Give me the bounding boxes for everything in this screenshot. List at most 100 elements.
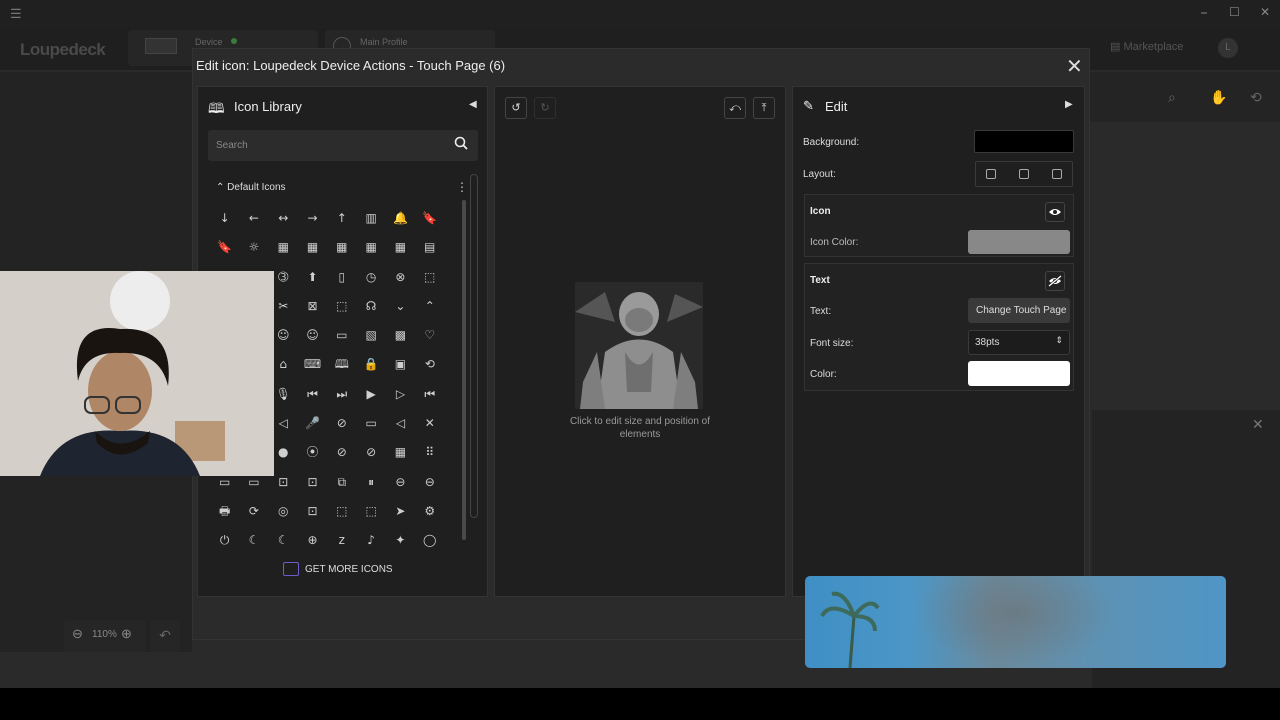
library-icon[interactable]: ⏸ — [356, 468, 385, 497]
library-icon[interactable]: ⏻ — [210, 526, 239, 555]
zoom-in-icon[interactable]: ⊕ — [121, 626, 132, 642]
library-icon[interactable]: 🔔 — [386, 204, 415, 233]
library-icon[interactable]: ◁ — [386, 409, 415, 438]
library-icon[interactable]: ▭ — [356, 409, 385, 438]
rotate-left-button[interactable]: ↺ — [505, 97, 527, 119]
library-icon[interactable]: ⬆ — [298, 263, 327, 292]
close-panel-icon[interactable]: ✕ — [1252, 416, 1264, 433]
library-icon[interactable]: ⊕ — [298, 526, 327, 555]
library-icon[interactable]: ↔ — [269, 204, 298, 233]
close-icon[interactable]: ✕ — [1066, 54, 1083, 79]
collapse-right-icon[interactable]: ▶ — [1065, 99, 1073, 110]
library-icon[interactable]: ⌄ — [386, 292, 415, 321]
library-icon[interactable]: ⬚ — [327, 497, 356, 526]
library-icon[interactable]: ◎ — [269, 497, 298, 526]
library-icon[interactable]: 🔒 — [356, 350, 385, 379]
library-icon[interactable]: ⏮ — [415, 380, 444, 409]
library-icon[interactable]: ▷ — [386, 380, 415, 409]
library-icon[interactable]: ☺ — [298, 321, 327, 350]
chevron-updown-icon[interactable]: ⇕ — [1055, 335, 1063, 346]
library-icon[interactable]: ⌃ — [415, 292, 444, 321]
close-window-icon[interactable]: ✕ — [1260, 5, 1270, 19]
icon-visibility-toggle[interactable] — [1045, 202, 1065, 222]
library-icon[interactable]: ▩ — [386, 321, 415, 350]
background-color-swatch[interactable] — [974, 130, 1074, 153]
library-icon[interactable]: 🔖 — [210, 233, 239, 262]
search-icon[interactable]: ⌕ — [1168, 89, 1176, 106]
minimize-icon[interactable]: ⎯ — [1201, 5, 1207, 20]
layout-middle-button[interactable] — [1019, 169, 1029, 179]
library-icon[interactable]: ▣ — [386, 350, 415, 379]
library-icon[interactable]: ⏮ — [298, 380, 327, 409]
library-icon[interactable]: ▤ — [415, 233, 444, 262]
library-icon[interactable]: ⊡ — [298, 497, 327, 526]
notification-banner[interactable] — [805, 576, 1226, 668]
library-icon[interactable]: ⟲ — [415, 350, 444, 379]
library-icon[interactable]: ▥ — [356, 204, 385, 233]
hand-icon[interactable]: ✋ — [1210, 89, 1227, 106]
library-icon[interactable]: ▦ — [269, 233, 298, 262]
library-icon[interactable]: z — [327, 526, 356, 555]
layout-bottom-button[interactable] — [1052, 169, 1062, 179]
library-icon[interactable]: ⊖ — [415, 468, 444, 497]
layout-top-button[interactable] — [986, 169, 996, 179]
library-icon[interactable]: ☼ — [239, 233, 268, 262]
library-icon[interactable]: ✕ — [415, 409, 444, 438]
library-icon[interactable]: ⏭ — [327, 380, 356, 409]
library-icon[interactable]: ↓ — [210, 204, 239, 233]
library-icon[interactable]: ◯ — [415, 526, 444, 555]
reset-button[interactable]: ⤺ — [724, 97, 746, 119]
icon-preview-image[interactable] — [575, 282, 703, 409]
library-icon[interactable]: ⊘ — [327, 438, 356, 467]
library-icon[interactable]: ◷ — [356, 263, 385, 292]
search-icon[interactable] — [454, 136, 468, 150]
menu-icon[interactable]: ☰ — [10, 6, 22, 22]
collapse-left-icon[interactable]: ◀ — [469, 99, 477, 110]
library-icon[interactable]: ✦ — [386, 526, 415, 555]
text-color-swatch[interactable] — [968, 361, 1070, 386]
text-field[interactable]: Change Touch Page — [968, 298, 1070, 323]
avatar[interactable]: L — [1218, 38, 1238, 58]
library-icon[interactable]: ⬚ — [415, 263, 444, 292]
library-icon[interactable]: ⦿ — [298, 438, 327, 467]
align-top-button[interactable]: ⤒ — [753, 97, 775, 119]
library-icon[interactable]: ♪ — [356, 526, 385, 555]
maximize-icon[interactable]: ☐ — [1229, 5, 1240, 19]
library-icon[interactable]: ⌨ — [298, 350, 327, 379]
library-icon[interactable]: ← — [239, 204, 268, 233]
library-icon[interactable]: ⠿ — [415, 438, 444, 467]
library-icon[interactable]: ⊘ — [327, 409, 356, 438]
zoom-out-icon[interactable]: ⊖ — [72, 626, 83, 642]
library-icon[interactable]: ▭ — [327, 321, 356, 350]
library-icon[interactable]: ⊡ — [298, 468, 327, 497]
undo-button[interactable]: ↶ — [150, 620, 180, 652]
library-icon[interactable]: 🖶 — [210, 497, 239, 526]
library-icon[interactable]: ▦ — [356, 233, 385, 262]
library-icon[interactable]: ⟳ — [239, 497, 268, 526]
library-icon[interactable]: ➤ — [386, 497, 415, 526]
library-icon[interactable]: ☾ — [269, 526, 298, 555]
marketplace-button[interactable]: ▤ Marketplace — [1110, 40, 1183, 53]
rotate-right-button[interactable]: ↻ — [534, 97, 556, 119]
search-input[interactable]: Search — [208, 130, 478, 161]
library-icon[interactable]: ⚙ — [415, 497, 444, 526]
refresh-icon[interactable]: ⟲ — [1250, 89, 1262, 106]
library-icon[interactable]: ▯ — [327, 263, 356, 292]
library-icon[interactable]: ⊗ — [386, 263, 415, 292]
library-icon[interactable]: ⧉ — [327, 468, 356, 497]
scrollbar-thumb[interactable] — [462, 200, 466, 540]
library-icon[interactable]: ▧ — [356, 321, 385, 350]
library-icon[interactable]: ▶ — [356, 380, 385, 409]
library-icon[interactable]: ⊘ — [356, 438, 385, 467]
font-size-stepper[interactable]: 38pts ⇕ — [968, 330, 1070, 355]
section-header[interactable]: ⌃ Default Icons — [216, 182, 286, 193]
library-icon[interactable]: ↑ — [327, 204, 356, 233]
library-icon[interactable]: ⊠ — [298, 292, 327, 321]
library-icon[interactable]: ☾ — [239, 526, 268, 555]
library-icon[interactable]: ▦ — [386, 438, 415, 467]
library-icon[interactable]: 🔖 — [415, 204, 444, 233]
library-icon[interactable]: → — [298, 204, 327, 233]
library-icon[interactable]: 🎤 — [298, 409, 327, 438]
library-icon[interactable]: ⬚ — [356, 497, 385, 526]
library-icon[interactable]: ⬚ — [327, 292, 356, 321]
